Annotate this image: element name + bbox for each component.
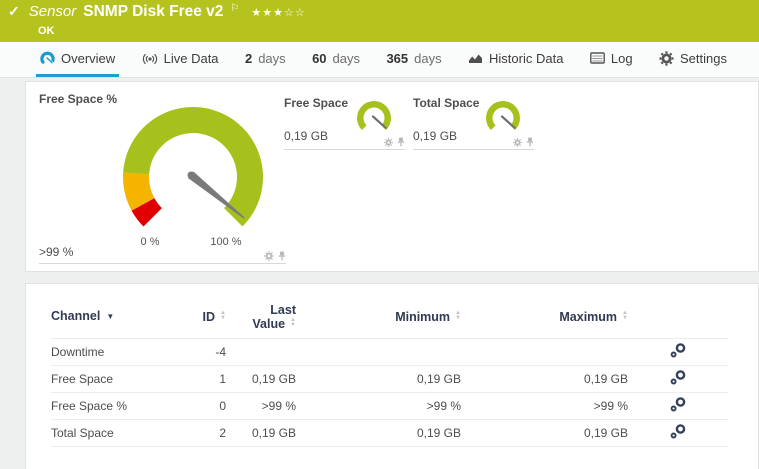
tab-label: Settings: [680, 50, 727, 66]
tab-live-data[interactable]: Live Data: [138, 42, 223, 77]
channel-minimum: 0,19 GB: [296, 419, 461, 447]
total-space-gauge: [486, 100, 520, 131]
channel-last-value: 0,19 GB: [226, 365, 296, 393]
sensor-status-header: ✓ Sensor SNMP Disk Free v2 ⚐ ★★★☆☆ OK: [0, 0, 759, 42]
tab-label: Overview: [61, 50, 116, 66]
tile-pin-icon[interactable]: [526, 137, 534, 147]
gauge-scale-min: 0 %: [140, 236, 160, 248]
channel-minimum: 0,19 GB: [296, 365, 461, 393]
column-header-channel[interactable]: Channel ▼: [51, 294, 171, 339]
tab-label: Log: [610, 50, 633, 66]
gauge-value: >99 %: [39, 245, 74, 259]
channel-last-value: [226, 338, 296, 366]
status-badge: OK: [38, 25, 55, 37]
channel-settings-icon[interactable]: [670, 396, 686, 412]
tab-label: Live Data: [163, 50, 219, 66]
column-header-minimum[interactable]: Minimum ▲ ▼: [296, 294, 461, 339]
sort-arrows-icon: ▲ ▼: [220, 310, 226, 322]
sort-arrows-icon: ▲ ▼: [455, 310, 461, 322]
channel-last-value: 0,19 GB: [226, 419, 296, 447]
tab-overview[interactable]: Overview: [36, 42, 120, 77]
channel-name: Free Space: [51, 365, 171, 393]
table-row-free-space: Free Space 1 0,19 GB 0,19 GB 0,19 GB: [51, 365, 728, 393]
channel-name: Downtime: [51, 338, 171, 366]
channel-name: Total Space: [51, 419, 171, 447]
gauge-title: Free Space: [284, 96, 349, 110]
tab-settings[interactable]: Settings: [655, 42, 731, 77]
sort-arrows-icon: ▲ ▼: [622, 310, 628, 322]
column-header-maximum[interactable]: Maximum ▲ ▼: [461, 294, 628, 339]
tab-historic-data[interactable]: Historic Data: [464, 42, 567, 77]
tab-label: Historic Data: [489, 50, 564, 66]
sensor-title: SNMP Disk Free v2: [83, 3, 224, 20]
gauge-icon: [40, 51, 55, 65]
tab-log[interactable]: Log: [586, 42, 637, 77]
priority-flag-icon[interactable]: ⚐: [230, 3, 239, 14]
channel-id: -4: [171, 338, 226, 366]
area-chart-icon: [469, 54, 483, 63]
gear-icon: [659, 50, 674, 66]
sort-arrows-icon: ▲ ▼: [290, 317, 296, 329]
channel-minimum: >99 %: [296, 392, 461, 420]
tab-bar: Overview Live Data 2 days 60 days 365 da…: [0, 42, 759, 78]
table-row-free-space-percent: Free Space % 0 >99 % >99 % >99 %: [51, 392, 728, 420]
gauge-scale-max: 100 %: [210, 236, 242, 248]
tile-gear-icon[interactable]: [264, 251, 274, 261]
overview-gauges-panel: Free Space % 0 % 100 % >99 % Free Space …: [25, 81, 759, 272]
gauge-value: 0,19 GB: [284, 129, 329, 143]
free-space-percent-gauge-tile: Free Space % 0 % 100 % >99 %: [39, 86, 286, 264]
channels-table: Channel ▼ ID ▲ ▼ Last Value ▲ ▼ Minimum ▲ ▼ Max…: [51, 294, 728, 447]
column-header-last-value[interactable]: Last Value ▲ ▼: [226, 294, 296, 339]
free-space-gauge: [357, 100, 391, 131]
channel-maximum: 0,19 GB: [461, 365, 628, 393]
tab-2-days[interactable]: 2 days: [241, 42, 290, 77]
gauge-value: 0,19 GB: [413, 129, 458, 143]
channel-maximum: 0,19 GB: [461, 419, 628, 447]
live-signal-icon: [142, 53, 157, 64]
table-header-row: Channel ▼ ID ▲ ▼ Last Value ▲ ▼ Minimum ▲ ▼ Max…: [51, 294, 728, 339]
tab-365-days[interactable]: 365 days: [382, 42, 445, 77]
prtg-sensor-page: ✓ Sensor SNMP Disk Free v2 ⚐ ★★★☆☆ OK Ov…: [0, 0, 759, 469]
channel-maximum: >99 %: [461, 392, 628, 420]
channels-table-panel: Channel ▼ ID ▲ ▼ Last Value ▲ ▼ Minimum ▲ ▼ Max…: [25, 283, 759, 469]
tile-pin-icon[interactable]: [397, 137, 405, 147]
channel-minimum: [296, 338, 461, 366]
sort-desc-icon: ▼: [106, 312, 115, 322]
tile-gear-icon[interactable]: [513, 137, 522, 147]
tile-pin-icon[interactable]: [278, 251, 286, 261]
channel-settings-icon[interactable]: [670, 342, 686, 358]
channel-last-value: >99 %: [226, 392, 296, 420]
channel-settings-icon[interactable]: [670, 369, 686, 385]
total-space-gauge-tile: Total Space 0,19 GB: [413, 90, 534, 150]
log-list-icon: [589, 52, 605, 64]
channel-id: 0: [171, 392, 226, 420]
table-row-downtime: Downtime -4: [51, 338, 728, 366]
channel-name: Free Space %: [51, 392, 171, 420]
priority-stars[interactable]: ★★★☆☆: [251, 6, 305, 19]
free-space-gauge-tile: Free Space 0,19 GB: [284, 90, 405, 150]
channel-id: 2: [171, 419, 226, 447]
table-row-total-space: Total Space 2 0,19 GB 0,19 GB 0,19 GB: [51, 419, 728, 447]
gauge-title: Total Space: [413, 96, 480, 110]
status-check-icon: ✓: [8, 3, 20, 19]
tab-60-days[interactable]: 60 days: [308, 42, 364, 77]
tile-gear-icon[interactable]: [384, 137, 393, 147]
column-header-id[interactable]: ID ▲ ▼: [171, 294, 226, 339]
channel-settings-icon[interactable]: [670, 423, 686, 439]
channel-maximum: [461, 338, 628, 366]
object-kind-label: Sensor: [28, 3, 77, 20]
channel-id: 1: [171, 365, 226, 393]
